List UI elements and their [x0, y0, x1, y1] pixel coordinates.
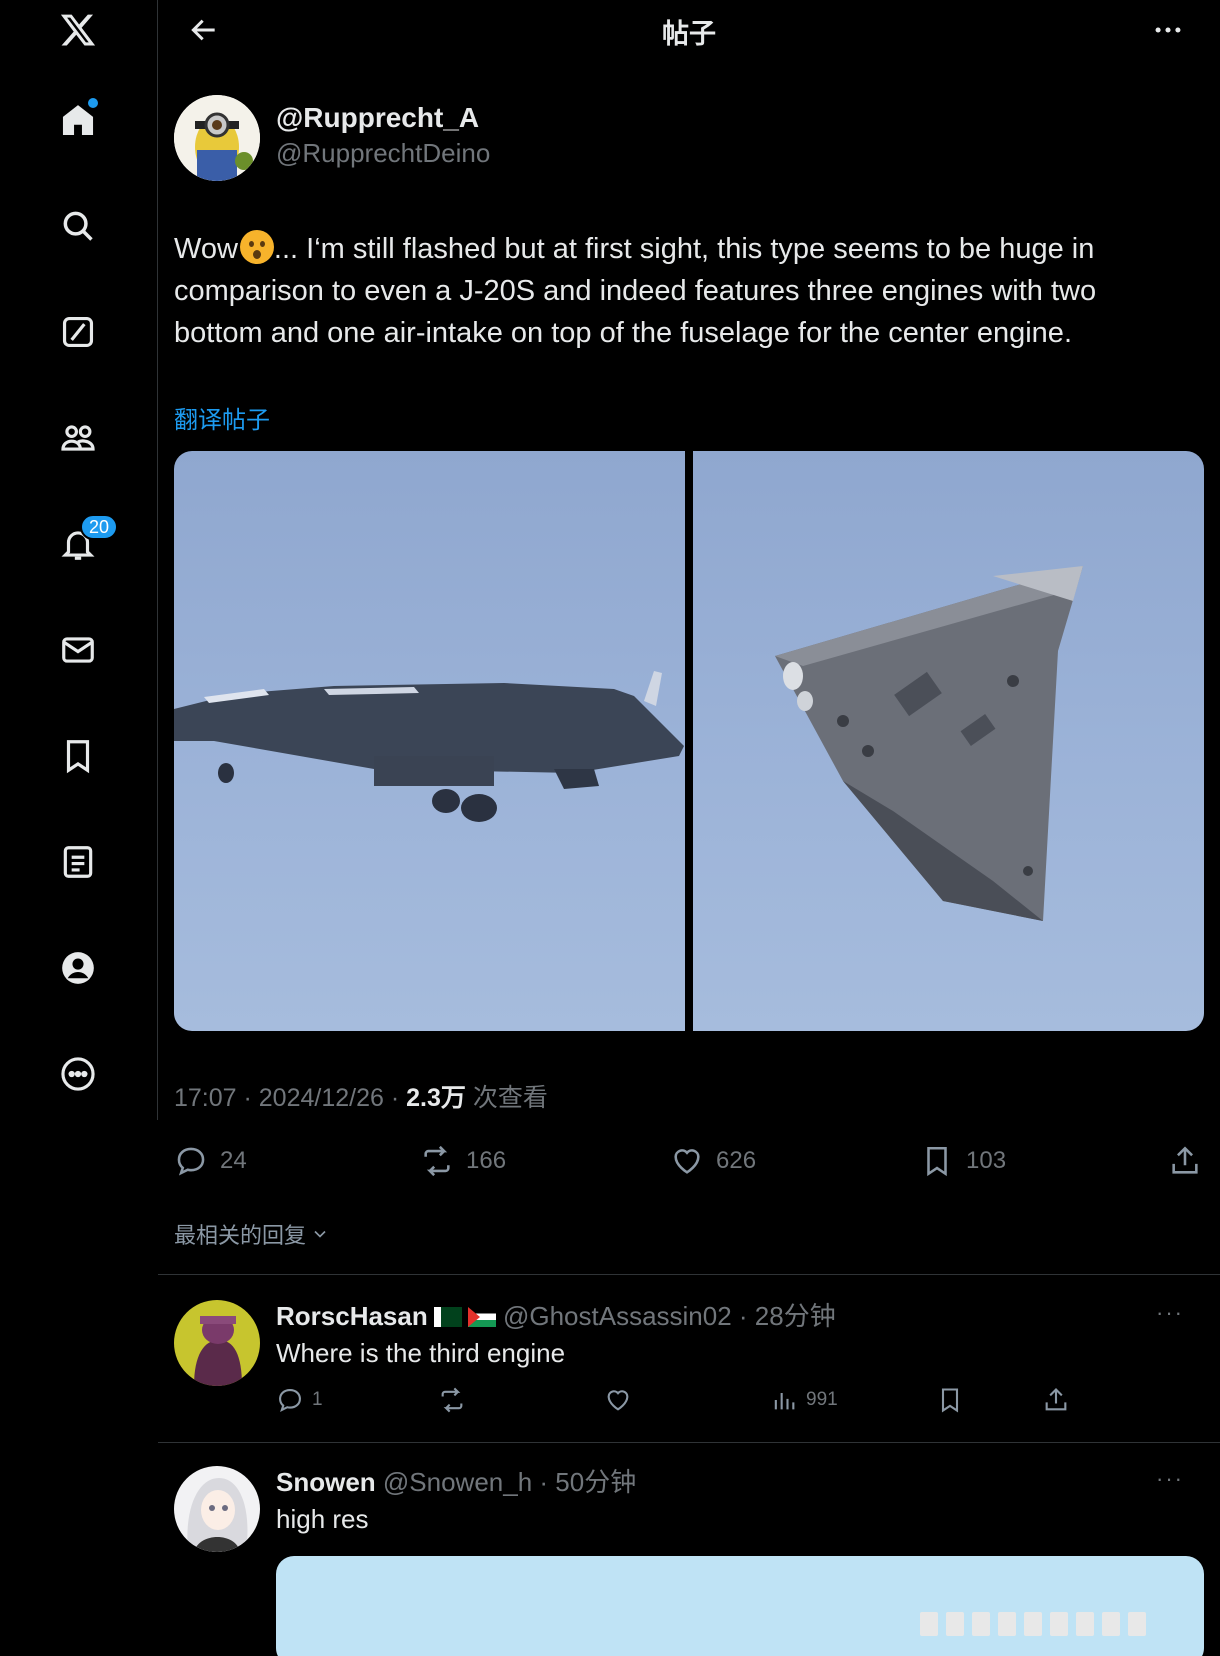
share-button[interactable]	[1168, 1136, 1202, 1186]
reply-icon	[177, 1147, 205, 1176]
share-icon	[1172, 1146, 1198, 1174]
profile-icon[interactable]	[50, 940, 106, 996]
search-icon[interactable]	[50, 198, 106, 254]
aircraft-underside-view-image	[775, 566, 1083, 921]
post-timestamp[interactable]: 17:07 · 2024/12/26 ·	[174, 1084, 406, 1112]
reply-more-button[interactable]: ···	[1156, 1466, 1184, 1492]
reply-sort-dropdown[interactable]: 最相关的回复	[174, 1218, 330, 1250]
sidebar: 20	[0, 0, 158, 1120]
post-text-rest: ... I‘m still flashed but at first sight…	[174, 233, 1097, 349]
reply-author-name[interactable]: Snowen	[276, 1467, 376, 1497]
post-text-start: Wow	[174, 233, 238, 265]
reply-avatar-image	[174, 1466, 260, 1552]
reply-media[interactable]	[276, 1556, 1204, 1656]
reply-item[interactable]: RorscHasan @GhostAssassin02 · 28分钟 ··· W…	[158, 1296, 1220, 1432]
like-button[interactable]: 626	[670, 1136, 756, 1186]
aircraft-side-view-image	[174, 671, 684, 822]
reply-more-button[interactable]: ···	[1156, 1300, 1184, 1326]
post-media[interactable]	[174, 451, 1204, 1031]
x-logo-icon[interactable]	[50, 2, 106, 58]
reply-header: Snowen @Snowen_h · 50分钟	[276, 1462, 636, 1499]
pakistan-flag-icon	[433, 1307, 462, 1327]
reply-share-button[interactable]	[1042, 1382, 1070, 1418]
reply-view-count: 991	[806, 1389, 838, 1410]
repost-icon	[441, 1387, 463, 1413]
like-count: 626	[716, 1147, 757, 1174]
post-text: Wow... I‘m still flashed but at first si…	[174, 228, 1184, 354]
reply-views-button[interactable]: 991	[770, 1382, 838, 1418]
reply-avatar[interactable]	[174, 1300, 260, 1386]
repost-button[interactable]: 166	[420, 1136, 506, 1186]
post-timestamp-views: 17:07 · 2024/12/26 · 2.3万 次查看	[174, 1078, 548, 1114]
reply-sort-label: 最相关的回复	[174, 1223, 307, 1248]
reply-text: Where is the third engine	[276, 1338, 566, 1368]
post-views-label: 次查看	[465, 1084, 548, 1112]
lists-icon[interactable]	[50, 834, 106, 890]
more-icon[interactable]	[50, 1046, 106, 1102]
messages-icon[interactable]	[50, 622, 106, 678]
reply-repost-button[interactable]	[438, 1382, 466, 1418]
reply-bookmark-button[interactable]	[936, 1382, 964, 1418]
bookmark-button[interactable]: 103	[920, 1136, 1006, 1186]
media-image-1[interactable]	[174, 451, 685, 1031]
grok-icon[interactable]	[50, 304, 106, 360]
reply-icon	[279, 1389, 301, 1412]
new-content-dot	[88, 98, 98, 108]
reply-reply-button[interactable]: 1	[276, 1382, 323, 1418]
page-title: 帖子	[662, 19, 716, 49]
post-header: 帖子	[158, 0, 1220, 62]
reply-reply-count: 1	[312, 1389, 323, 1410]
author-display-name[interactable]: @Rupprecht_A	[276, 102, 490, 134]
reply-text: high res	[276, 1504, 369, 1534]
reply-header: RorscHasan @GhostAssassin02 · 28分钟	[276, 1296, 836, 1333]
translate-post-link[interactable]: 翻译帖子	[174, 400, 270, 435]
communities-icon[interactable]	[50, 410, 106, 466]
minion-avatar-image	[174, 95, 260, 181]
reply-item[interactable]: Snowen @Snowen_h · 50分钟 ··· high res	[158, 1462, 1220, 1562]
analytics-icon	[774, 1393, 795, 1410]
reply-avatar[interactable]	[174, 1466, 260, 1552]
heart-icon	[607, 1390, 629, 1411]
reply-actions: 1 991	[276, 1382, 1076, 1418]
post-actions: 24 166 626 103	[174, 1136, 1204, 1186]
post-author[interactable]: @Rupprecht_A @RupprechtDeino	[276, 102, 490, 169]
share-icon	[1045, 1388, 1067, 1411]
hushed-face-emoji-icon	[239, 230, 274, 264]
divider	[158, 1442, 1220, 1443]
ellipsis-icon	[1155, 27, 1181, 33]
reply-handle-time[interactable]: @GhostAssassin02 · 28分钟	[503, 1301, 836, 1331]
heart-icon	[674, 1149, 700, 1174]
notification-badge: 20	[80, 514, 118, 540]
author-avatar[interactable]	[174, 95, 260, 181]
repost-count: 166	[466, 1147, 507, 1174]
divider	[158, 1274, 1220, 1275]
palestine-flag-icon	[467, 1307, 496, 1327]
bookmark-icon	[927, 1146, 947, 1177]
bookmark-icon	[941, 1388, 959, 1413]
reply-like-button[interactable]	[604, 1382, 632, 1418]
bookmark-count: 103	[966, 1147, 1007, 1174]
media-image-2[interactable]	[693, 451, 1204, 1031]
repost-icon	[424, 1145, 450, 1177]
post-view-count: 2.3万	[406, 1084, 466, 1112]
header-more-button[interactable]	[1146, 10, 1190, 50]
reply-button[interactable]: 24	[174, 1136, 247, 1186]
reply-author-name[interactable]: RorscHasan	[276, 1301, 428, 1331]
reply-handle-time[interactable]: @Snowen_h · 50分钟	[383, 1467, 636, 1497]
watermark-mark	[920, 1612, 1146, 1636]
author-handle[interactable]: @RupprechtDeino	[276, 138, 490, 169]
reply-count: 24	[220, 1147, 247, 1174]
reply-avatar-image	[174, 1300, 260, 1386]
chevron-down-icon	[314, 1230, 326, 1238]
bookmarks-icon[interactable]	[50, 728, 106, 784]
